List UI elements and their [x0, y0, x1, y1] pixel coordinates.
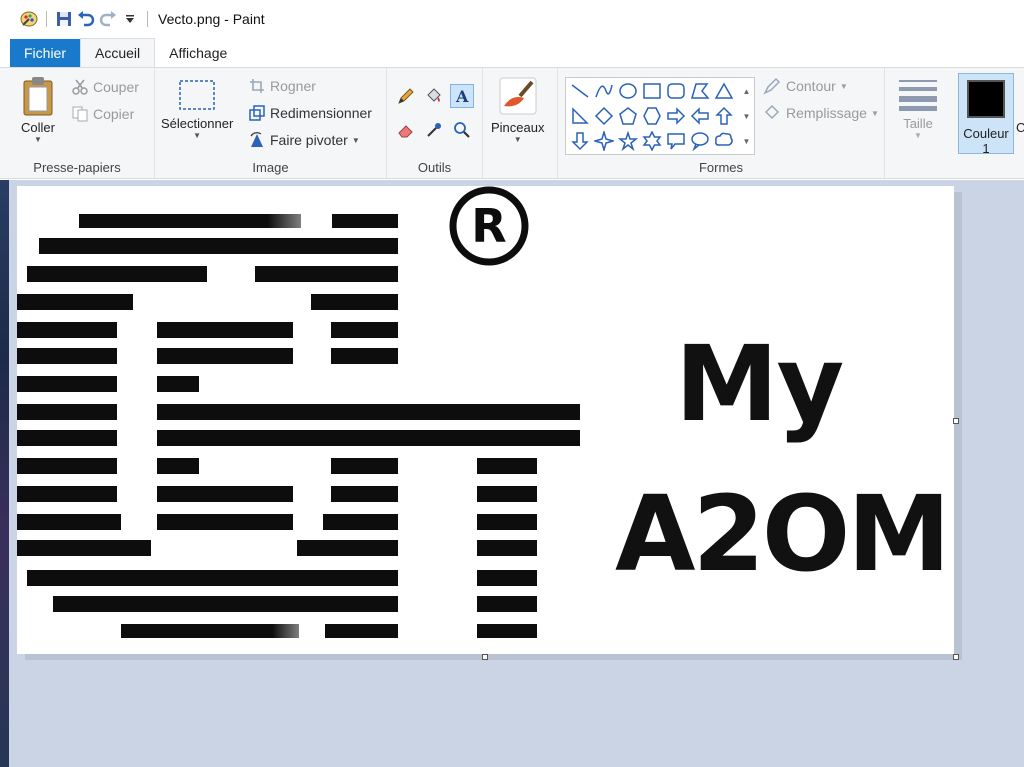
- clipboard-icon: [23, 77, 53, 116]
- magnifier-icon[interactable]: [450, 118, 474, 142]
- polygon-shape-icon[interactable]: [688, 79, 712, 103]
- window-title: Vecto.png - Paint: [158, 11, 265, 27]
- paste-button[interactable]: Coller ▼: [20, 76, 56, 144]
- group-label-image: Image: [252, 160, 289, 175]
- copy-icon: [72, 106, 88, 122]
- oval-shape-icon[interactable]: [616, 79, 640, 103]
- eraser-icon[interactable]: [394, 118, 418, 142]
- triangle-shape-icon[interactable]: [712, 79, 736, 103]
- registered-trademark-mark: R: [449, 186, 531, 268]
- ribbon-tabs: Fichier Accueil Affichage: [0, 38, 1024, 67]
- fill-button[interactable]: Remplissage ▼: [763, 102, 879, 124]
- undo-icon[interactable]: [75, 8, 97, 30]
- selection-rectangle-icon: [179, 80, 215, 110]
- logo-text-my: My: [675, 323, 844, 445]
- canvas-resize-handle-bottom[interactable]: [482, 654, 488, 660]
- brush-icon: [499, 77, 537, 115]
- select-dropdown-icon[interactable]: ▼: [193, 131, 201, 140]
- save-icon[interactable]: [53, 8, 75, 30]
- image-group: Sélectionner ▼ Rogner Redimensionner Fai…: [155, 68, 387, 178]
- four-point-star-shape-icon[interactable]: [592, 129, 616, 153]
- line-thickness-icon: [899, 80, 937, 111]
- select-button[interactable]: Sélectionner ▼: [161, 78, 233, 140]
- ribbon: Coller ▼ Couper Copier Presse-papiers Sé…: [0, 67, 1024, 179]
- cut-button[interactable]: Couper: [72, 76, 139, 98]
- title-separator: [46, 11, 47, 27]
- curve-shape-icon[interactable]: [592, 79, 616, 103]
- tab-affichage[interactable]: Affichage: [155, 39, 241, 67]
- color-picker-icon[interactable]: [422, 118, 446, 142]
- clipboard-group: Coller ▼ Couper Copier Presse-papiers: [0, 68, 155, 178]
- brushes-group: Pinceaux ▼: [483, 68, 558, 178]
- shapes-scroll-down-icon[interactable]: ▼: [740, 104, 753, 129]
- crop-icon: [250, 79, 264, 93]
- oval-callout-shape-icon[interactable]: [688, 129, 712, 153]
- shapes-expand-icon[interactable]: ▼: [740, 129, 753, 154]
- canvas-resize-handle-right[interactable]: [953, 418, 959, 424]
- brushes-button[interactable]: Pinceaux ▼: [491, 76, 544, 144]
- drawing-canvas[interactable]: R My A2OM: [17, 186, 954, 654]
- crop-button[interactable]: Rogner: [249, 75, 316, 97]
- title-separator: [147, 11, 148, 27]
- diamond-shape-icon[interactable]: [592, 104, 616, 128]
- shapes-scroll-up-icon[interactable]: ▲: [740, 79, 753, 104]
- line-shape-icon[interactable]: [568, 79, 592, 103]
- six-point-star-shape-icon[interactable]: [640, 129, 664, 153]
- up-arrow-shape-icon[interactable]: [712, 104, 736, 128]
- rounded-rectangle-shape-icon[interactable]: [664, 79, 688, 103]
- rectangle-shape-icon[interactable]: [640, 79, 664, 103]
- size-group: Taille ▼: [885, 68, 953, 178]
- color1-swatch: [967, 80, 1005, 118]
- down-arrow-shape-icon[interactable]: [568, 129, 592, 153]
- right-arrow-shape-icon[interactable]: [664, 104, 688, 128]
- group-label-shapes: Formes: [698, 160, 744, 175]
- five-point-star-shape-icon[interactable]: [616, 129, 640, 153]
- tools-group: A Outils: [387, 68, 483, 178]
- size-button[interactable]: Taille ▼: [897, 78, 939, 140]
- canvas-resize-handle-corner[interactable]: [953, 654, 959, 660]
- svg-text:R: R: [471, 199, 506, 253]
- resize-button[interactable]: Redimensionner: [249, 102, 372, 124]
- paste-dropdown-icon[interactable]: ▼: [34, 135, 42, 144]
- pencil-icon[interactable]: [394, 84, 418, 108]
- scissors-icon: [72, 79, 88, 95]
- cloud-callout-shape-icon[interactable]: [712, 129, 736, 153]
- redo-icon[interactable]: [97, 8, 119, 30]
- outline-icon: [763, 77, 781, 95]
- shapes-gallery: ▲ ▼ ▼: [565, 77, 755, 155]
- resize-icon: [249, 105, 265, 121]
- text-tool-icon[interactable]: A: [450, 84, 474, 108]
- fill-bucket-icon[interactable]: [422, 84, 446, 108]
- desktop-edge: [0, 180, 9, 767]
- rotate-button[interactable]: Faire pivoter ▼: [249, 129, 360, 151]
- rectangular-callout-shape-icon[interactable]: [664, 129, 688, 153]
- customize-quick-access-icon[interactable]: [119, 8, 141, 30]
- left-arrow-shape-icon[interactable]: [688, 104, 712, 128]
- brushes-dropdown-icon[interactable]: ▼: [514, 135, 522, 144]
- pentagon-shape-icon[interactable]: [616, 104, 640, 128]
- group-label-tools: Outils: [417, 160, 452, 175]
- title-bar: Vecto.png - Paint: [0, 0, 1024, 38]
- tab-fichier[interactable]: Fichier: [10, 39, 81, 67]
- rotate-icon: [250, 132, 263, 147]
- color1-button[interactable]: Couleur 1: [958, 73, 1014, 156]
- fill-icon: [764, 104, 780, 120]
- right-triangle-shape-icon[interactable]: [568, 104, 592, 128]
- tab-accueil[interactable]: Accueil: [80, 38, 156, 67]
- outline-button[interactable]: Contour ▼: [763, 75, 848, 97]
- copy-button[interactable]: Copier: [72, 103, 134, 125]
- rotate-dropdown-icon[interactable]: ▼: [352, 136, 360, 145]
- hexagon-shape-icon[interactable]: [640, 104, 664, 128]
- svg-text:A: A: [455, 87, 469, 105]
- group-label-clipboard: Presse-papiers: [33, 160, 121, 175]
- color2-label-partial[interactable]: C: [1016, 120, 1024, 135]
- paint-app-icon[interactable]: [18, 8, 40, 30]
- logo-text-a2om: A2OM: [615, 473, 951, 595]
